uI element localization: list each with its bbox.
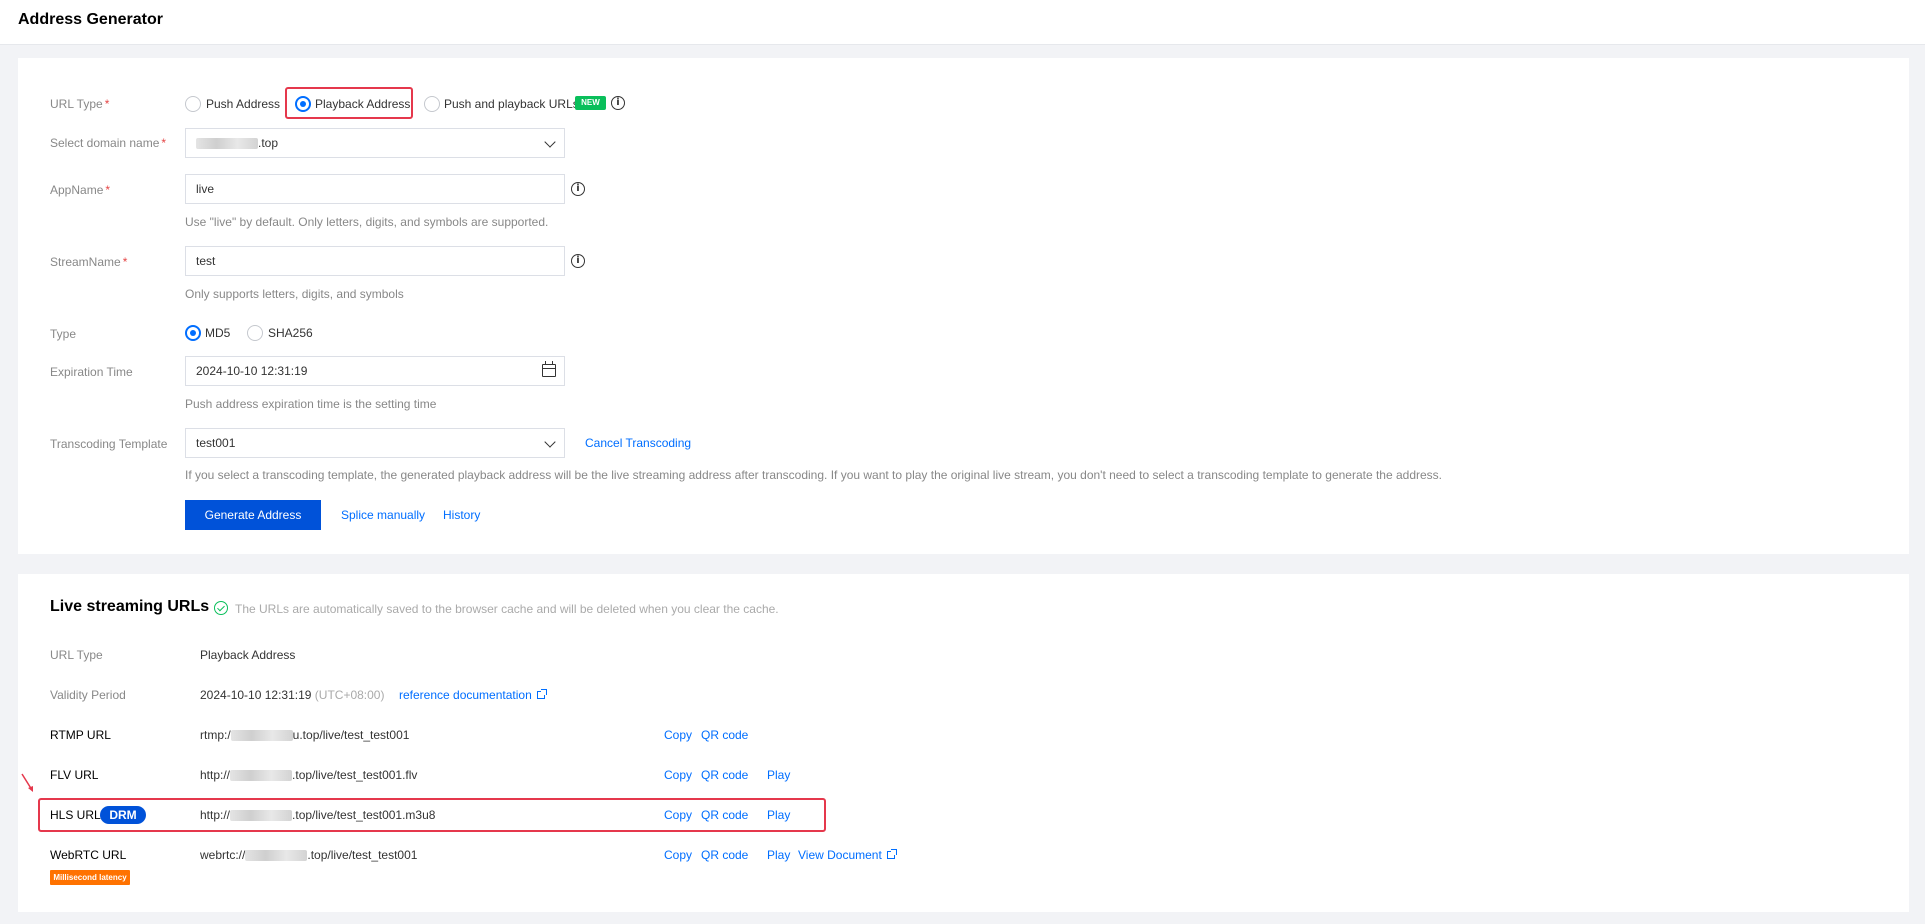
md5-option[interactable]: MD5 bbox=[205, 325, 230, 341]
external-link-icon bbox=[536, 689, 547, 699]
generate-address-button[interactable]: Generate Address bbox=[185, 500, 321, 530]
annotation-arrow-icon bbox=[21, 773, 33, 792]
blurred-domain bbox=[230, 730, 293, 742]
new-badge: NEW bbox=[575, 96, 606, 110]
view-document-link[interactable]: View Document bbox=[798, 848, 897, 862]
blurred-domain bbox=[230, 810, 293, 822]
page-title: Address Generator bbox=[18, 11, 163, 28]
url-type-value: Playback Address bbox=[200, 648, 296, 662]
rtmp-url-value: rtmp:/u.top/live/test_test001 bbox=[200, 728, 410, 742]
transcoding-label: Transcoding Template bbox=[50, 437, 168, 451]
sha256-option[interactable]: SHA256 bbox=[268, 325, 313, 341]
external-link-icon bbox=[886, 849, 897, 859]
url-type-label: URL Type * bbox=[50, 97, 110, 111]
live-urls-card: Live streaming URLs The URLs are automat… bbox=[18, 574, 1909, 912]
webrtc-copy-link[interactable]: Copy bbox=[664, 848, 692, 862]
cache-note: The URLs are automatically saved to the … bbox=[235, 602, 779, 616]
rtmp-copy-link[interactable]: Copy bbox=[664, 728, 692, 742]
streamname-input[interactable]: test bbox=[185, 246, 565, 276]
appname-hint: Use "live" by default. Only letters, dig… bbox=[185, 215, 549, 229]
drm-badge: DRM bbox=[100, 806, 146, 824]
domain-label: Select domain name * bbox=[50, 136, 167, 150]
playback-address-radio[interactable] bbox=[295, 96, 311, 112]
header-bar: Address Generator bbox=[0, 0, 1925, 45]
push-and-playback-radio[interactable] bbox=[424, 96, 440, 112]
sha256-radio[interactable] bbox=[247, 325, 263, 341]
calendar-icon[interactable] bbox=[542, 361, 556, 377]
push-address-option[interactable]: Push Address bbox=[206, 96, 280, 112]
splice-manually-link[interactable]: Splice manually bbox=[341, 508, 425, 522]
blurred-domain bbox=[230, 770, 293, 782]
info-icon[interactable]: i bbox=[611, 96, 625, 110]
rtmp-url-label: RTMP URL bbox=[50, 728, 111, 742]
expiration-input[interactable]: 2024-10-10 12:31:19 bbox=[185, 356, 565, 386]
flv-copy-link[interactable]: Copy bbox=[664, 768, 692, 782]
chevron-down-icon bbox=[544, 436, 556, 448]
history-link[interactable]: History bbox=[443, 508, 480, 522]
blurred-domain bbox=[196, 138, 258, 150]
transcoding-hint: If you select a transcoding template, th… bbox=[185, 468, 1443, 482]
webrtc-url-value: webrtc://.top/live/test_test001 bbox=[200, 848, 418, 862]
expiration-hint: Push address expiration time is the sett… bbox=[185, 397, 437, 411]
hls-copy-link[interactable]: Copy bbox=[664, 808, 692, 822]
expiration-label: Expiration Time bbox=[50, 365, 133, 379]
webrtc-qr-code-link[interactable]: QR code bbox=[701, 848, 748, 862]
section-title: Live streaming URLs bbox=[50, 598, 210, 615]
latency-badge: Millisecond latency bbox=[50, 870, 130, 885]
chevron-down-icon bbox=[544, 136, 556, 148]
rtmp-qr-code-link[interactable]: QR code bbox=[701, 728, 748, 742]
flv-play-link[interactable]: Play bbox=[767, 768, 790, 782]
url-type-label: URL Type bbox=[50, 648, 103, 662]
cancel-transcoding-link[interactable]: Cancel Transcoding bbox=[585, 436, 691, 450]
webrtc-url-label: WebRTC URL bbox=[50, 848, 127, 862]
streamname-label: StreamName * bbox=[50, 255, 128, 269]
hls-url-label: HLS URL bbox=[50, 808, 101, 822]
validity-label: Validity Period bbox=[50, 688, 126, 702]
webrtc-play-link[interactable]: Play bbox=[767, 848, 790, 862]
streamname-hint: Only supports letters, digits, and symbo… bbox=[185, 287, 404, 301]
type-label: Type bbox=[50, 327, 77, 341]
check-circle-icon bbox=[214, 601, 228, 615]
info-icon[interactable]: i bbox=[571, 254, 585, 268]
domain-select[interactable]: .top bbox=[185, 128, 565, 158]
appname-label: AppName * bbox=[50, 183, 111, 197]
hls-qr-code-link[interactable]: QR code bbox=[701, 808, 748, 822]
flv-url-value: http://.top/live/test_test001.flv bbox=[200, 768, 418, 782]
info-icon[interactable]: i bbox=[571, 182, 585, 196]
flv-qr-code-link[interactable]: QR code bbox=[701, 768, 748, 782]
md5-radio[interactable] bbox=[185, 325, 201, 341]
reference-doc-link[interactable]: reference documentation bbox=[399, 688, 547, 702]
blurred-domain bbox=[245, 850, 308, 862]
hls-play-link[interactable]: Play bbox=[767, 808, 790, 822]
address-form-card: URL Type * Push Address Playback Address … bbox=[18, 58, 1909, 554]
push-and-playback-option[interactable]: Push and playback URLs bbox=[444, 96, 579, 112]
validity-value: 2024-10-10 12:31:19 (UTC+08:00) bbox=[200, 688, 385, 702]
appname-input[interactable]: live bbox=[185, 174, 565, 204]
hls-url-value: http://.top/live/test_test001.m3u8 bbox=[200, 808, 436, 822]
transcoding-select[interactable]: test001 bbox=[185, 428, 565, 458]
flv-url-label: FLV URL bbox=[50, 768, 99, 782]
playback-address-option[interactable]: Playback Address bbox=[315, 96, 410, 112]
push-address-radio[interactable] bbox=[185, 96, 201, 112]
